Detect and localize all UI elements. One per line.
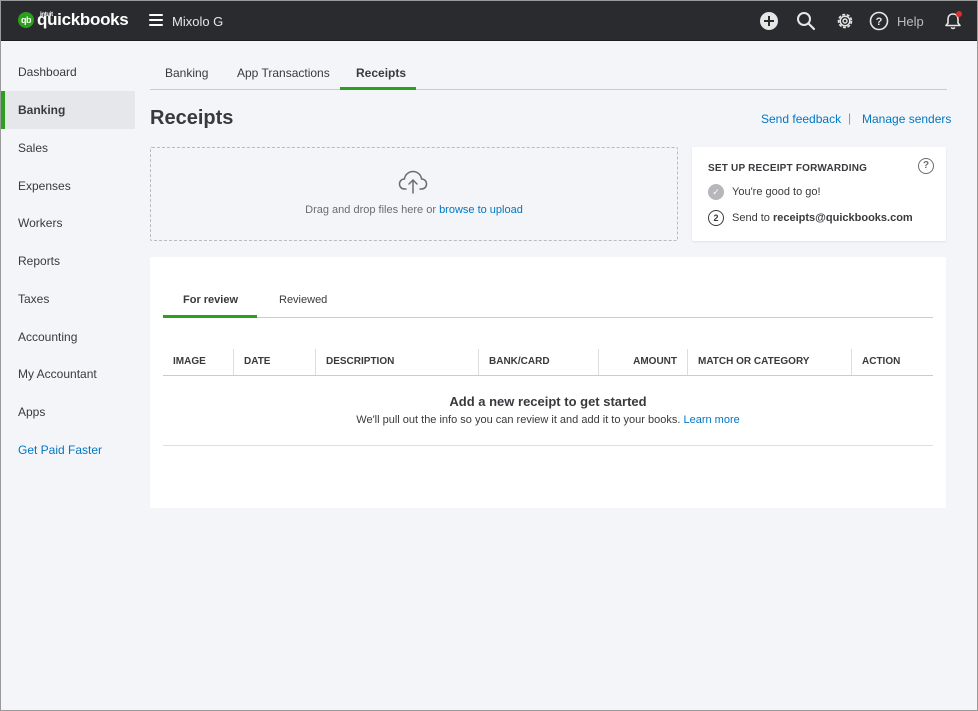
active-tab-indicator xyxy=(340,87,416,90)
tab-reviewed[interactable]: Reviewed xyxy=(279,294,327,306)
upload-dropzone[interactable]: Drag and drop files here or browse to up… xyxy=(150,147,678,241)
column-amount[interactable]: AMOUNT xyxy=(598,349,687,375)
banking-subtabs: Banking App Transactions Receipts xyxy=(150,57,947,90)
svg-text:?: ? xyxy=(876,16,883,28)
sidebar-item-workers[interactable]: Workers xyxy=(1,204,135,242)
logo-brand: intuit xyxy=(40,12,53,18)
sidebar-item-dashboard[interactable]: Dashboard xyxy=(1,53,135,91)
question-circle-icon[interactable]: ? xyxy=(918,158,934,174)
empty-state-subtitle: We'll pull out the info so you can revie… xyxy=(163,414,933,426)
sidebar-item-taxes[interactable]: Taxes xyxy=(1,280,135,318)
forwarding-email[interactable]: receipts@quickbooks.com xyxy=(773,212,913,224)
column-bank-card[interactable]: BANK/CARD xyxy=(478,349,598,375)
sidebar-item-reports[interactable]: Reports xyxy=(1,242,135,280)
column-match-or-category[interactable]: MATCH OR CATEGORY xyxy=(687,349,851,375)
learn-more-link[interactable]: Learn more xyxy=(683,414,739,426)
sidebar-item-sales[interactable]: Sales xyxy=(1,129,135,167)
gear-icon[interactable] xyxy=(835,11,855,31)
column-action[interactable]: ACTION xyxy=(851,349,933,375)
logo-name: intuit quickbooks xyxy=(37,10,129,30)
logo-mark: qb xyxy=(18,12,34,28)
question-circle-icon[interactable]: ? xyxy=(869,11,889,31)
browse-to-upload-link[interactable]: browse to upload xyxy=(439,204,523,216)
sidebar-item-expenses[interactable]: Expenses xyxy=(1,167,135,205)
column-image[interactable]: IMAGE xyxy=(163,349,233,375)
app-window: qb intuit quickbooks Mixolo G ? Help Das… xyxy=(0,0,978,711)
review-tabs: For review Reviewed xyxy=(163,287,933,318)
notification-dot xyxy=(956,11,962,17)
divider xyxy=(163,445,933,446)
column-date[interactable]: DATE xyxy=(233,349,315,375)
top-bar: qb intuit quickbooks Mixolo G ? Help xyxy=(1,1,977,41)
step-1-text: You're good to go! xyxy=(732,186,821,198)
sidebar-item-accounting[interactable]: Accounting xyxy=(1,318,135,356)
receipts-table-header: IMAGE DATE DESCRIPTION BANK/CARD AMOUNT … xyxy=(163,349,933,376)
forwarding-title: SET UP RECEIPT FORWARDING xyxy=(708,163,868,174)
plus-circle-icon[interactable] xyxy=(759,11,779,31)
active-review-tab-indicator xyxy=(163,315,257,318)
sidebar: Dashboard Banking Sales Expenses Workers… xyxy=(1,41,135,710)
upload-instructions: Drag and drop files here or browse to up… xyxy=(151,204,677,216)
sidebar-item-get-paid-faster[interactable]: Get Paid Faster xyxy=(1,431,135,469)
help-label[interactable]: Help xyxy=(897,14,924,29)
sidebar-item-apps[interactable]: Apps xyxy=(1,393,135,431)
check-circle-icon: ✓ xyxy=(708,184,724,200)
quickbooks-logo[interactable]: qb intuit quickbooks xyxy=(18,10,129,30)
hamburger-menu-icon[interactable] xyxy=(149,14,163,26)
empty-state-text: We'll pull out the info so you can revie… xyxy=(356,414,684,426)
tab-receipts[interactable]: Receipts xyxy=(356,66,406,80)
receipt-forwarding-card: SET UP RECEIPT FORWARDING ? ✓ You're goo… xyxy=(692,147,946,241)
forwarding-step-2: 2 Send to receipts@quickbooks.com xyxy=(708,210,913,226)
sidebar-item-my-accountant[interactable]: My Accountant xyxy=(1,355,135,393)
sidebar-item-banking[interactable]: Banking xyxy=(1,91,135,129)
column-description[interactable]: DESCRIPTION xyxy=(315,349,478,375)
cloud-upload-icon xyxy=(398,170,428,194)
tab-app-transactions[interactable]: App Transactions xyxy=(237,66,330,80)
step-number-badge: 2 xyxy=(708,210,724,226)
forwarding-step-1: ✓ You're good to go! xyxy=(708,184,821,200)
company-name[interactable]: Mixolo G xyxy=(172,14,223,29)
link-separator: | xyxy=(848,111,852,125)
page-title: Receipts xyxy=(150,107,234,129)
manage-senders-link[interactable]: Manage senders xyxy=(862,112,951,126)
upload-text: Drag and drop files here or xyxy=(305,204,440,216)
send-feedback-link[interactable]: Send feedback xyxy=(761,112,841,126)
receipts-card: For review Reviewed IMAGE DATE DESCRIPTI… xyxy=(150,257,946,508)
empty-state-title: Add a new receipt to get started xyxy=(449,394,647,409)
step-2-prefix: Send to xyxy=(732,212,770,224)
search-icon[interactable] xyxy=(796,11,816,31)
tab-banking[interactable]: Banking xyxy=(165,66,208,80)
tab-for-review[interactable]: For review xyxy=(183,294,238,306)
